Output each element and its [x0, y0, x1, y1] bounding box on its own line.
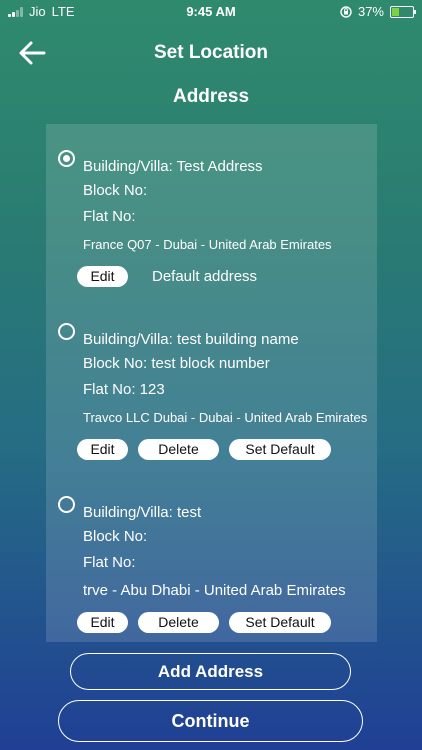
battery-icon: [390, 5, 416, 18]
location-label: Travco LLC Dubai - Dubai - United Arab E…: [83, 410, 368, 425]
edit-button[interactable]: Edit: [77, 612, 128, 633]
edit-button[interactable]: Edit: [77, 439, 128, 460]
flat-label: Flat No:: [83, 208, 136, 225]
location-label: trve - Abu Dhabi - United Arab Emirates: [83, 582, 346, 599]
address-radio[interactable]: [58, 496, 75, 513]
default-address-label: Default address: [152, 268, 258, 285]
status-bar: Jio LTE 9:45 AM 37%: [0, 0, 422, 24]
edit-button[interactable]: Edit: [77, 266, 128, 287]
delete-button[interactable]: Delete: [138, 612, 219, 633]
flat-label: Flat No: 123: [83, 381, 165, 398]
block-label: Block No:: [83, 182, 148, 199]
continue-button[interactable]: Continue: [58, 700, 363, 742]
block-label: Block No:: [83, 528, 148, 545]
block-label: Block No: test block number: [83, 355, 270, 372]
status-right: 37%: [340, 4, 416, 19]
address-radio[interactable]: [58, 323, 75, 340]
address-list: Building/Villa: Test Address Block No: F…: [46, 124, 377, 642]
delete-button[interactable]: Delete: [138, 439, 219, 460]
flat-label: Flat No:: [83, 554, 136, 571]
page-title: Set Location: [153, 42, 268, 63]
orientation-lock-icon: [340, 5, 352, 18]
set-default-button[interactable]: Set Default: [229, 612, 331, 633]
battery-percent: 37%: [357, 4, 384, 19]
building-label: Building/Villa: Test Address: [83, 158, 263, 175]
set-default-button[interactable]: Set Default: [229, 439, 331, 460]
address-radio[interactable]: [58, 150, 75, 167]
section-title: Address: [172, 86, 250, 107]
add-address-button[interactable]: Add Address: [70, 653, 351, 690]
building-label: Building/Villa: test building name: [83, 331, 299, 348]
building-label: Building/Villa: test: [83, 504, 202, 521]
location-label: France Q07 - Dubai - United Arab Emirate…: [83, 237, 332, 252]
